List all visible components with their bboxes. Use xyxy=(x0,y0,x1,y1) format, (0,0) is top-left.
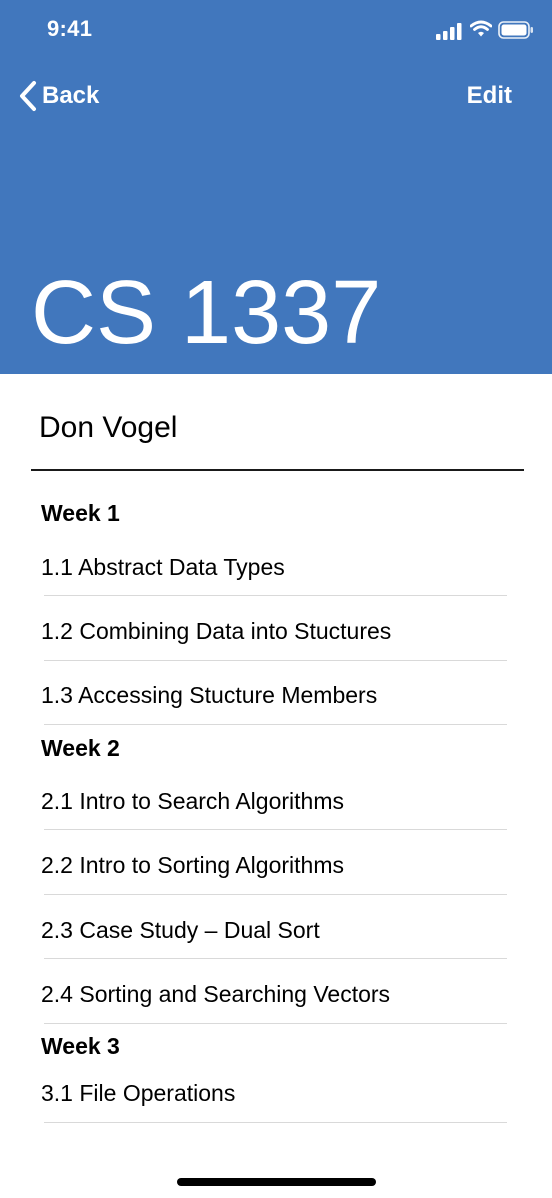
course-header: 9:41 Back Edit CS 1337 xyxy=(0,0,552,374)
row-divider xyxy=(44,1122,507,1123)
lesson-item[interactable]: 1.1 Abstract Data Types xyxy=(41,551,507,583)
week-heading: Week 1 xyxy=(41,500,120,526)
course-title: CS 1337 xyxy=(31,263,382,363)
home-indicator xyxy=(177,1178,376,1186)
chevron-left-icon xyxy=(20,81,36,111)
row-divider xyxy=(44,958,507,959)
week-heading: Week 2 xyxy=(41,735,120,761)
status-time: 9:41 xyxy=(47,16,93,41)
row-divider xyxy=(44,1023,507,1024)
lesson-item[interactable]: 1.3 Accessing Stucture Members xyxy=(41,679,507,711)
row-divider xyxy=(44,595,507,596)
row-divider xyxy=(44,894,507,895)
lesson-item[interactable]: 1.2 Combining Data into Stuctures xyxy=(41,615,507,647)
lesson-item[interactable]: 2.3 Case Study – Dual Sort xyxy=(41,914,507,946)
lesson-item[interactable]: 2.2 Intro to Sorting Algorithms xyxy=(41,849,507,881)
instructor-divider xyxy=(31,469,524,471)
battery-icon xyxy=(498,21,533,39)
row-divider xyxy=(44,829,507,830)
back-label: Back xyxy=(42,82,100,109)
row-divider xyxy=(44,724,507,725)
cellular-signal-icon xyxy=(436,23,462,40)
instructor-name: Don Vogel xyxy=(39,411,178,444)
week-heading: Week 3 xyxy=(41,1033,120,1059)
wifi-icon xyxy=(470,20,492,37)
row-divider xyxy=(44,660,507,661)
lesson-item[interactable]: 2.4 Sorting and Searching Vectors xyxy=(41,978,507,1010)
lesson-item[interactable]: 2.1 Intro to Search Algorithms xyxy=(41,785,507,817)
back-button[interactable]: Back xyxy=(18,78,99,114)
edit-button[interactable]: Edit xyxy=(467,82,512,110)
lesson-item[interactable]: 3.1 File Operations xyxy=(41,1077,507,1109)
